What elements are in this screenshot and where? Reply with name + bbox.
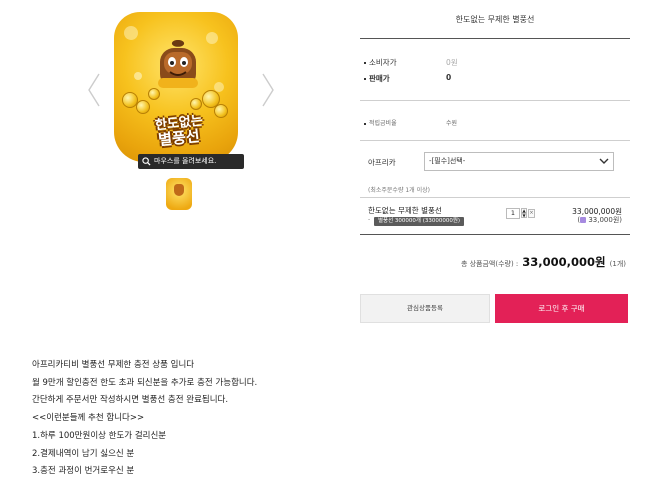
qty-down-button[interactable]: ▼	[521, 213, 527, 218]
product-gallery: 한도없는 별풍선 마우스를 올려보세요.	[80, 8, 280, 218]
chevron-right-icon	[262, 73, 274, 107]
selected-item-points-value: 33,000원	[588, 216, 620, 224]
divider	[360, 38, 630, 39]
total-summary: 총 상품금액(수량) :33,000,000원 (1개)	[461, 254, 626, 270]
sale-price-value: 0	[446, 73, 452, 82]
points-value: 수원	[446, 120, 458, 127]
min-order-note: (최소주문수량 1개 이상)	[368, 187, 430, 194]
divider	[360, 140, 630, 141]
hover-hint-text: 마우스를 올려보세요.	[154, 157, 217, 165]
consumer-price-value: 0원	[446, 58, 458, 67]
total-label: 총 상품금액(수량) :	[460, 260, 519, 268]
consumer-price-label: 소비자가	[369, 58, 397, 67]
chevron-down-icon	[599, 158, 609, 164]
product-title: 한도없는 무제한 별풍선	[455, 15, 535, 24]
description-line: <<이런분들께 추천 합니다>>	[32, 413, 145, 424]
remove-item-button[interactable]: ×	[528, 209, 535, 218]
total-amount: 33,000,000원	[522, 255, 606, 269]
mascot-character-image	[158, 40, 198, 88]
description-line: 2.결제내역이 남기 싫으신 분	[32, 448, 135, 459]
total-count: (1개)	[609, 260, 626, 268]
description-line: 3.충전 과정이 번거로우신 분	[32, 466, 135, 477]
option-select[interactable]: -[필수]선택-	[424, 152, 614, 171]
divider	[360, 100, 630, 101]
selected-item-points: ( 33,000원)	[577, 216, 622, 224]
selected-option-badge: 별풍선 300000개 (33000000원)	[374, 217, 465, 226]
divider	[360, 197, 630, 198]
points-icon	[580, 217, 587, 223]
hover-hint: 마우스를 올려보세요.	[138, 154, 244, 169]
divider	[360, 234, 630, 235]
description-line: 1.하루 100만원이상 한도가 걸리신분	[32, 430, 167, 441]
points-label: 적립금비율	[369, 120, 397, 127]
prev-image-arrow[interactable]	[84, 70, 104, 110]
description-line: 간단하게 주문서만 작성하시면 별풍선 충전 완료됩니다.	[32, 395, 229, 406]
sale-price-label: 판매가	[369, 74, 390, 83]
selected-item-name: 한도없는 무제한 별풍선	[368, 206, 442, 215]
add-to-wishlist-button[interactable]: 관심상품등록	[360, 294, 490, 323]
chevron-left-icon	[88, 73, 100, 107]
option-label: 아프리카	[368, 158, 396, 167]
description-line: 월 9만개 할인충전 한도 초과 되신분을 추가로 충전 가능합니다.	[32, 377, 258, 388]
option-select-value: -[필수]선택-	[429, 157, 466, 165]
product-description: 아프리카티비 별풍선 무제한 충전 상품 입니다 월 9만개 할인충전 한도 초…	[32, 357, 257, 480]
image-caption: 한도없는 별풍선	[124, 114, 234, 150]
quantity-stepper[interactable]: ▲ ▼	[521, 208, 527, 219]
product-thumbnail[interactable]	[166, 178, 192, 210]
quantity-input[interactable]: 1	[506, 208, 520, 219]
selected-item-remove-prefix: -	[368, 216, 371, 223]
next-image-arrow[interactable]	[258, 70, 278, 110]
description-line: 아프리카티비 별풍선 무제한 충전 상품 입니다	[32, 360, 195, 370]
login-to-buy-button[interactable]: 로그인 후 구매	[495, 294, 628, 323]
balloon-tile-image: 한도없는 별풍선	[114, 12, 238, 162]
product-main-image[interactable]: 한도없는 별풍선 마우스를 올려보세요.	[114, 12, 244, 169]
zoom-icon	[142, 157, 151, 166]
